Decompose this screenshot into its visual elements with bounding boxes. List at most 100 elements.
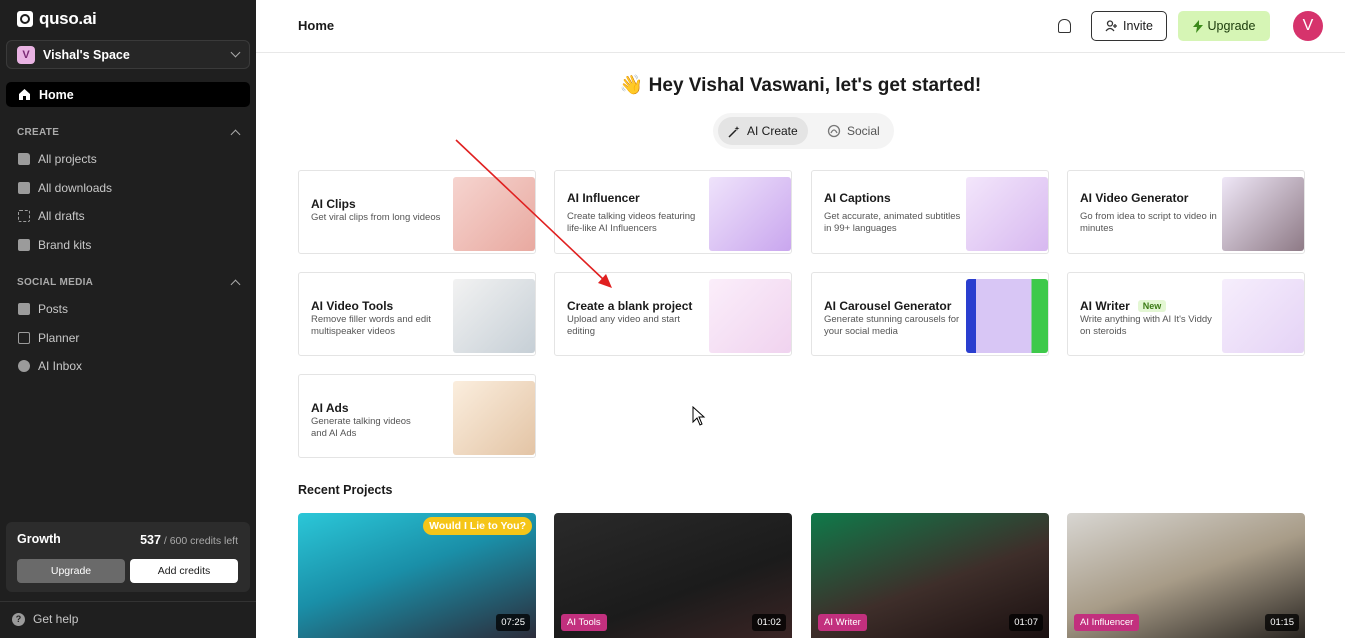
invite-button[interactable]: Invite: [1091, 11, 1167, 41]
social-section-toggle[interactable]: SOCIAL MEDIA: [17, 277, 241, 289]
recent-project-card[interactable]: AI Influencer 01:15: [1067, 513, 1305, 638]
mode-toggle: AI Create Social: [713, 113, 894, 149]
magic-wand-icon: [728, 125, 740, 138]
upgrade-button[interactable]: Upgrade: [1178, 11, 1270, 41]
card-description: Generate stunning carousels for your soc…: [824, 314, 960, 337]
workspace-avatar: V: [17, 45, 35, 64]
card-description: Create talking videos featuring life-lik…: [567, 211, 696, 234]
social-icon: [827, 124, 841, 138]
sidebar-item-label: Posts: [38, 302, 69, 316]
home-icon: [19, 89, 30, 100]
create-section-toggle[interactable]: CREATE: [17, 127, 241, 139]
section-heading: CREATE: [17, 127, 60, 138]
sidebar-item-home[interactable]: Home: [6, 82, 250, 107]
ai-carousel-preview-image: [966, 279, 1048, 353]
duration-badge: 01:02: [752, 614, 786, 631]
folder-icon: [18, 153, 30, 165]
tool-card-ai-writer[interactable]: AI Writer New Write anything with AI It'…: [1067, 272, 1305, 356]
ai-writer-preview-image: [1222, 279, 1304, 353]
section-heading: SOCIAL MEDIA: [17, 277, 94, 288]
recent-project-card[interactable]: AI Writer 01:07: [811, 513, 1049, 638]
tool-card-ai-ads[interactable]: AI Ads Generate talking videos and AI Ad…: [298, 374, 536, 458]
chevron-up-icon: [230, 129, 241, 139]
sidebar-item-label: Planner: [38, 331, 80, 345]
card-description: Upload any video and start editing: [567, 314, 681, 337]
workspace-switcher[interactable]: V Vishal's Space: [6, 40, 250, 69]
tool-card-ai-clips[interactable]: AI Clips Get viral clips from long video…: [298, 170, 536, 254]
tab-ai-create[interactable]: AI Create: [718, 117, 808, 145]
sidebar-item-brand-kits[interactable]: Brand kits: [18, 238, 91, 252]
sidebar-item-label: All drafts: [38, 209, 85, 223]
credits-panel: Growth 537 / 600 credits left Upgrade Ad…: [6, 522, 250, 592]
project-type-tag: AI Writer: [818, 614, 867, 631]
add-credits-button[interactable]: Add credits: [130, 559, 238, 583]
card-description: Get accurate, animated subtitles in 99+ …: [824, 211, 961, 234]
card-title: AI Influencer: [567, 191, 640, 205]
sidebar-item-label: Home: [39, 87, 74, 102]
blank-project-preview-image: [709, 279, 791, 353]
workspace-name: Vishal's Space: [43, 47, 130, 62]
help-label: Get help: [33, 612, 79, 626]
help-icon: ?: [12, 612, 25, 626]
tool-card-ai-video-tools[interactable]: AI Video Tools Remove filler words and e…: [298, 272, 536, 356]
tool-card-ai-influencer[interactable]: AI Influencer Create talking videos feat…: [554, 170, 792, 254]
tool-card-create-blank-project[interactable]: Create a blank project Upload any video …: [554, 272, 792, 356]
card-title: AI Video Tools: [311, 299, 394, 313]
project-type-tag: AI Influencer: [1074, 614, 1140, 631]
chat-icon: [18, 360, 30, 372]
chevron-down-icon: [230, 47, 241, 58]
card-description: Remove filler words and edit multispeake…: [311, 314, 431, 337]
card-title: AI Clips: [311, 197, 356, 211]
sidebar-item-label: All projects: [38, 152, 97, 166]
posts-icon: [18, 303, 30, 315]
top-bar: Home Invite Upgrade V: [256, 0, 1345, 53]
quso-logo-icon: [17, 11, 33, 27]
recent-projects-heading: Recent Projects: [298, 483, 393, 497]
card-description: Generate talking videos and AI Ads: [311, 416, 411, 439]
chevron-up-icon: [230, 279, 241, 289]
sidebar: quso.ai V Vishal's Space Home CREATE All…: [0, 0, 256, 638]
card-title: AI Captions: [824, 191, 891, 205]
download-icon: [18, 182, 30, 194]
mouse-cursor-icon: [692, 406, 706, 426]
tool-card-ai-video-generator[interactable]: AI Video Generator Go from idea to scrip…: [1067, 170, 1305, 254]
sidebar-item-label: AI Inbox: [38, 359, 83, 373]
card-description: Get viral clips from long videos: [311, 212, 441, 223]
sidebar-item-label: All downloads: [38, 181, 113, 195]
ai-clips-preview-image: [453, 177, 535, 251]
brand-name: quso.ai: [39, 9, 97, 28]
plan-name: Growth: [17, 532, 61, 546]
project-title-overlay: Would I Lie to You?: [423, 517, 532, 535]
sidebar-item-planner[interactable]: Planner: [18, 331, 79, 345]
credits-count: 537 / 600 credits left: [140, 533, 238, 547]
tool-card-ai-carousel-generator[interactable]: AI Carousel Generator Generate stunning …: [811, 272, 1049, 356]
sidebar-item-all-downloads[interactable]: All downloads: [18, 181, 112, 195]
sidebar-item-all-projects[interactable]: All projects: [18, 152, 97, 166]
recent-project-card[interactable]: Would I Lie to You? 07:25: [298, 513, 536, 638]
duration-badge: 01:15: [1265, 614, 1299, 631]
user-avatar[interactable]: V: [1293, 11, 1323, 41]
upgrade-plan-button[interactable]: Upgrade: [17, 559, 125, 583]
card-title: AI Video Generator: [1080, 191, 1189, 205]
tool-card-ai-captions[interactable]: AI Captions Get accurate, animated subti…: [811, 170, 1049, 254]
ai-video-tools-preview-image: [453, 279, 535, 353]
brand-kit-icon: [18, 239, 30, 251]
recent-project-card[interactable]: AI Tools 01:02: [554, 513, 792, 638]
sidebar-item-posts[interactable]: Posts: [18, 302, 68, 316]
bell-icon[interactable]: [1058, 19, 1071, 33]
tab-social[interactable]: Social: [817, 117, 890, 145]
card-description: Write anything with AI It's Viddy on ste…: [1080, 314, 1212, 337]
duration-badge: 07:25: [496, 614, 530, 631]
get-help-link[interactable]: ? Get help: [12, 612, 78, 626]
card-title: Create a blank project: [567, 299, 693, 313]
card-description: Go from idea to script to video in minut…: [1080, 211, 1217, 234]
sidebar-item-ai-inbox[interactable]: AI Inbox: [18, 359, 82, 373]
greeting-heading: 👋 Hey Vishal Vaswani, let's get started!: [619, 75, 982, 96]
lightning-icon: [1192, 19, 1203, 33]
divider: [0, 601, 256, 602]
sidebar-item-all-drafts[interactable]: All drafts: [18, 209, 85, 223]
calendar-icon: [18, 332, 30, 344]
card-title: AI Ads: [311, 401, 349, 415]
project-type-tag: AI Tools: [561, 614, 607, 631]
brand-logo[interactable]: quso.ai: [17, 9, 97, 29]
